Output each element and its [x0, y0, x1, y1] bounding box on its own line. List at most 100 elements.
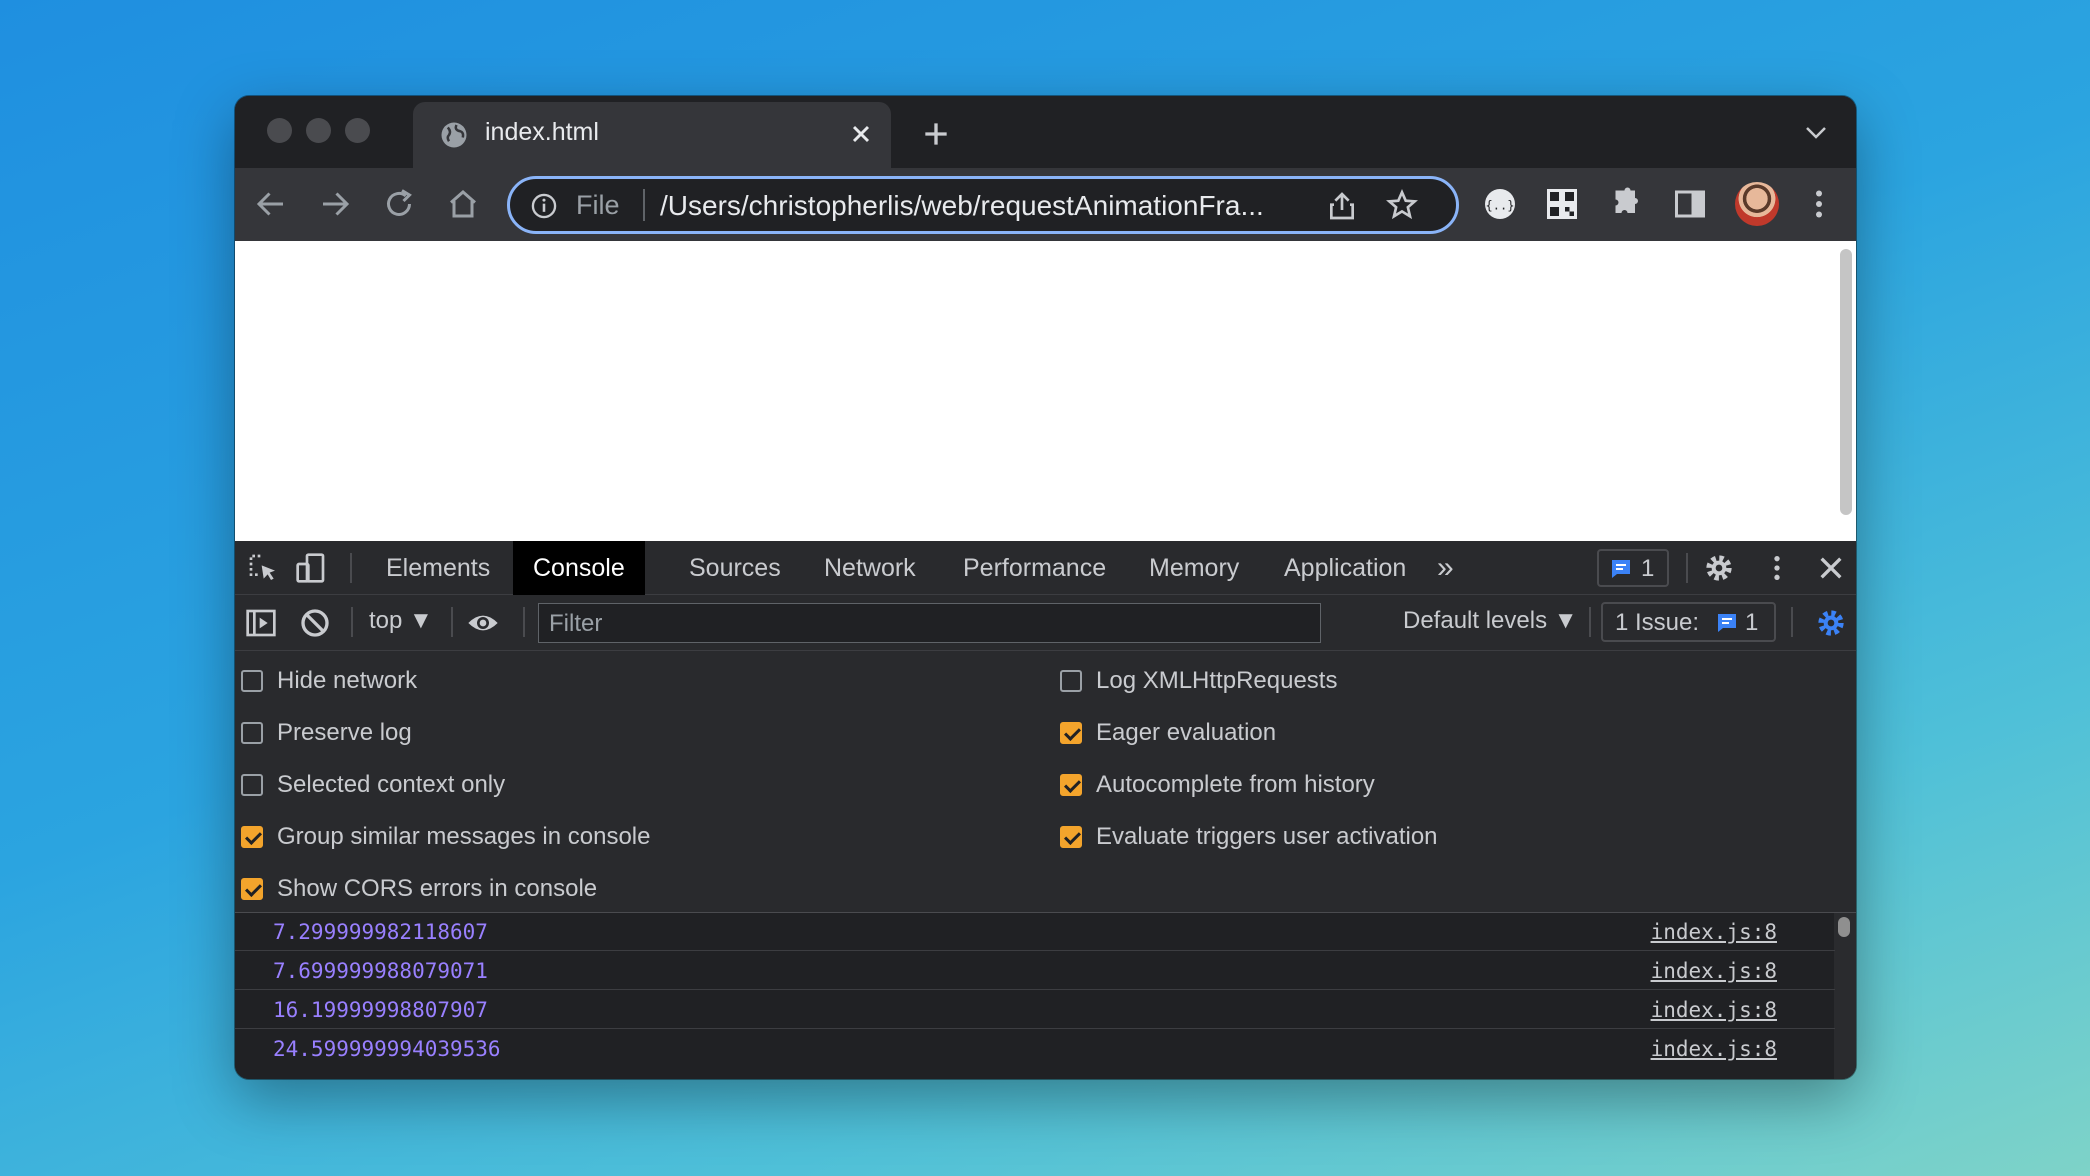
- source-link[interactable]: index.js:8: [1651, 998, 1777, 1022]
- extensions-puzzle-icon[interactable]: [1608, 186, 1644, 222]
- tab-performance[interactable]: Performance: [943, 541, 1126, 595]
- home-icon[interactable]: [445, 186, 481, 222]
- checkbox[interactable]: [241, 774, 263, 796]
- log-levels-dropdown[interactable]: Default levels ▼: [1403, 607, 1578, 635]
- checkbox[interactable]: [1060, 670, 1082, 692]
- checkbox-checked[interactable]: [1060, 774, 1082, 796]
- toolbar-divider: [1589, 607, 1591, 637]
- tab-application[interactable]: Application: [1264, 541, 1426, 595]
- devtools-panel: Elements Console Sources Network Perform…: [235, 541, 1856, 1079]
- inspect-element-icon[interactable]: [247, 552, 279, 584]
- setting-preserve-log[interactable]: Preserve log: [241, 713, 412, 753]
- bookmark-star-icon[interactable]: [1386, 189, 1418, 221]
- qr-code-icon[interactable]: [1544, 186, 1580, 222]
- console-value: 24.599999994039536: [273, 1037, 501, 1061]
- console-scrollbar-track[interactable]: [1834, 913, 1856, 1079]
- setting-group-similar[interactable]: Group similar messages in console: [241, 817, 651, 857]
- checkbox-checked[interactable]: [241, 878, 263, 900]
- source-link[interactable]: index.js:8: [1651, 1037, 1777, 1061]
- setting-autocomplete-history[interactable]: Autocomplete from history: [1060, 765, 1375, 805]
- tab-memory[interactable]: Memory: [1129, 541, 1259, 595]
- eye-icon[interactable]: [467, 607, 499, 639]
- context-selector[interactable]: top ▼: [369, 607, 433, 635]
- toolbar-divider: [523, 607, 525, 637]
- checkbox-checked[interactable]: [1060, 826, 1082, 848]
- tab-title: index.html: [485, 118, 599, 146]
- setting-label: Show CORS errors in console: [277, 875, 598, 902]
- checkbox-checked[interactable]: [241, 826, 263, 848]
- back-arrow-icon[interactable]: [253, 186, 289, 222]
- minimize-window-button[interactable]: [306, 118, 331, 143]
- issues-count: 1: [1745, 609, 1759, 636]
- checkbox[interactable]: [241, 670, 263, 692]
- issues-button[interactable]: 1 Issue: 1: [1601, 602, 1776, 642]
- tab-sources[interactable]: Sources: [669, 541, 801, 595]
- new-tab-icon[interactable]: [920, 118, 952, 150]
- toolbar-divider: [1791, 607, 1793, 637]
- setting-show-cors-errors[interactable]: Show CORS errors in console: [241, 869, 597, 909]
- browser-toolbar: File /Users/christopherlis/web/requestAn…: [235, 168, 1856, 241]
- profile-avatar[interactable]: [1735, 182, 1779, 226]
- setting-label: Evaluate triggers user activation: [1096, 823, 1438, 850]
- device-toolbar-icon[interactable]: [295, 552, 327, 584]
- setting-label: Preserve log: [277, 719, 412, 746]
- page-viewport[interactable]: [235, 241, 1856, 541]
- setting-hide-network[interactable]: Hide network: [241, 661, 417, 701]
- toolbar-divider: [1686, 553, 1688, 583]
- globe-icon: [441, 122, 467, 148]
- url-scheme: File: [576, 190, 620, 220]
- checkbox[interactable]: [241, 722, 263, 744]
- setting-eager-evaluation[interactable]: Eager evaluation: [1060, 713, 1276, 753]
- issues-label: 1 Issue:: [1615, 609, 1700, 636]
- browser-tab[interactable]: index.html: [413, 102, 891, 168]
- setting-label: Eager evaluation: [1096, 719, 1277, 746]
- checkbox-checked[interactable]: [1060, 722, 1082, 744]
- kebab-menu-icon[interactable]: [1801, 186, 1837, 222]
- console-value: 7.699999988079071: [273, 959, 488, 983]
- window-controls: [267, 118, 370, 143]
- console-scrollbar-thumb[interactable]: [1838, 917, 1850, 937]
- info-icon[interactable]: [530, 192, 558, 220]
- setting-label: Log XMLHttpRequests: [1096, 667, 1338, 694]
- url-divider: [643, 189, 645, 221]
- messages-badge-button[interactable]: 1: [1597, 549, 1669, 587]
- address-bar[interactable]: File /Users/christopherlis/web/requestAn…: [507, 176, 1459, 234]
- chevron-down-icon[interactable]: [1804, 124, 1828, 142]
- maximize-window-button[interactable]: [345, 118, 370, 143]
- console-output: 7.299999982118607 index.js:8 7.699999988…: [235, 913, 1856, 1079]
- tab-console[interactable]: Console: [513, 541, 645, 595]
- share-icon[interactable]: [1326, 189, 1358, 223]
- extension-json-icon[interactable]: {..}: [1482, 186, 1518, 222]
- console-value: 7.299999982118607: [273, 920, 488, 944]
- kebab-menu-icon[interactable]: [1761, 552, 1793, 584]
- more-tabs-button[interactable]: »: [1417, 541, 1474, 595]
- reload-icon[interactable]: [381, 186, 417, 222]
- svg-text:{..}: {..}: [1486, 198, 1515, 212]
- console-row: 7.699999988079071 index.js:8: [235, 952, 1835, 990]
- setting-label: Hide network: [277, 667, 418, 694]
- setting-evaluate-triggers[interactable]: Evaluate triggers user activation: [1060, 817, 1438, 857]
- tab-elements[interactable]: Elements: [366, 541, 510, 595]
- tab-network[interactable]: Network: [804, 541, 936, 595]
- source-link[interactable]: index.js:8: [1651, 920, 1777, 944]
- setting-log-xhr[interactable]: Log XMLHttpRequests: [1060, 661, 1337, 701]
- console-filter-input[interactable]: Filter: [538, 603, 1321, 643]
- gear-icon[interactable]: [1703, 552, 1735, 584]
- setting-selected-context-only[interactable]: Selected context only: [241, 765, 505, 805]
- messages-count: 1: [1641, 555, 1655, 582]
- console-settings-gear-icon[interactable]: [1815, 607, 1847, 639]
- url-text[interactable]: /Users/christopherlis/web/requestAnimati…: [660, 190, 1264, 222]
- close-window-button[interactable]: [267, 118, 292, 143]
- clear-console-icon[interactable]: [299, 607, 331, 639]
- sidebar-toggle-icon[interactable]: [245, 607, 277, 639]
- forward-arrow-icon[interactable]: [317, 186, 353, 222]
- console-row: 7.299999982118607 index.js:8: [235, 913, 1835, 951]
- side-panel-icon[interactable]: [1672, 186, 1708, 222]
- setting-label: Group similar messages in console: [277, 823, 651, 850]
- toolbar-divider: [351, 607, 353, 637]
- close-devtools-icon[interactable]: [1815, 552, 1847, 584]
- source-link[interactable]: index.js:8: [1651, 959, 1777, 983]
- page-scrollbar[interactable]: [1840, 249, 1852, 515]
- message-icon: [1718, 614, 1736, 632]
- close-tab-icon[interactable]: [847, 120, 875, 148]
